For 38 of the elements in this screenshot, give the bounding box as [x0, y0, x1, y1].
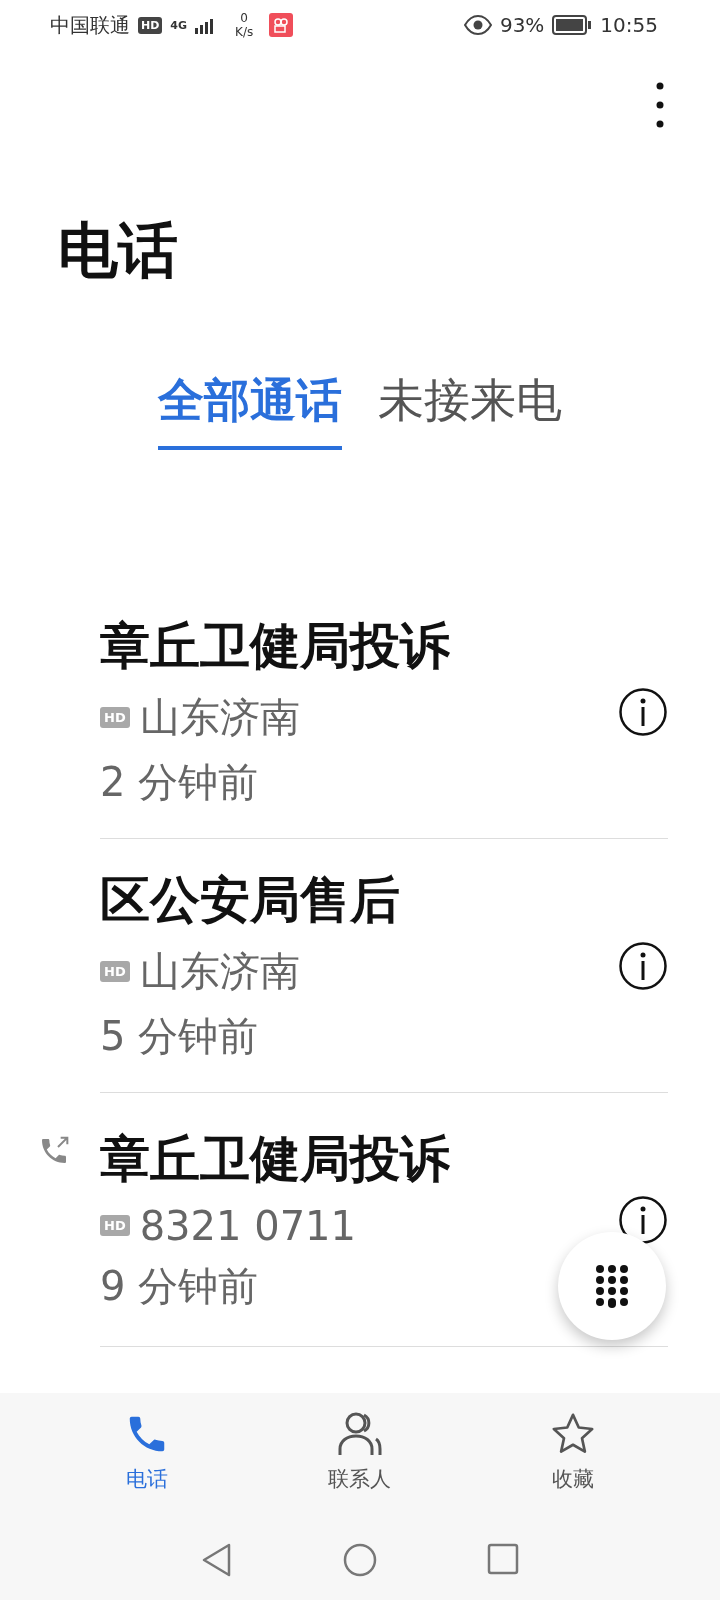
call-detail: 山东济南 [139, 947, 300, 996]
call-detail: 山东济南 [139, 693, 300, 742]
contact-name: 章丘卫健局投诉 [100, 1128, 450, 1190]
eye-icon [463, 15, 492, 35]
hd-badge: HD [138, 16, 163, 34]
tab[interactable]: 未接来电 [378, 370, 562, 450]
hd-badge: HD [100, 1215, 130, 1236]
network-type: 4G [170, 18, 188, 32]
recents-icon[interactable] [487, 1543, 519, 1575]
contact-name: 区公安局售后 [100, 870, 400, 931]
call-time: 2 分钟前 [100, 758, 259, 807]
battery-percent: 93% [499, 13, 545, 37]
call-time: 9 分钟前 [100, 1261, 259, 1311]
clock: 10:55 [600, 13, 658, 37]
back-icon[interactable] [201, 1543, 233, 1577]
call-time: 5 分钟前 [100, 1012, 259, 1061]
info-icon[interactable] [618, 1194, 668, 1245]
dialpad-icon [595, 1264, 629, 1308]
contact-name: 章丘卫健局投诉 [100, 616, 450, 677]
nav-tab[interactable]: 电话 [86, 1393, 207, 1543]
more-menu-icon[interactable] [656, 82, 664, 128]
hd-badge: HD [100, 707, 130, 728]
speed-value: 0 [240, 11, 248, 25]
tab[interactable]: 全部通话 [158, 370, 342, 450]
info-icon[interactable] [618, 686, 668, 737]
nav-tab[interactable]: 联系人 [300, 1393, 420, 1543]
info-icon[interactable] [618, 940, 668, 991]
nav-tab[interactable]: 收藏 [513, 1393, 634, 1543]
video-app-icon [269, 13, 294, 37]
page-title: 电话 [58, 220, 179, 287]
call-detail: 8321 0711 [139, 1202, 356, 1249]
carrier: 中国联通 [50, 11, 130, 39]
hd-badge: HD [100, 961, 130, 982]
home-icon[interactable] [343, 1543, 377, 1577]
dialpad-button[interactable] [558, 1232, 666, 1340]
battery-icon [552, 15, 593, 35]
contacts-icon [336, 1411, 384, 1457]
speed-unit: K/s [235, 25, 254, 39]
